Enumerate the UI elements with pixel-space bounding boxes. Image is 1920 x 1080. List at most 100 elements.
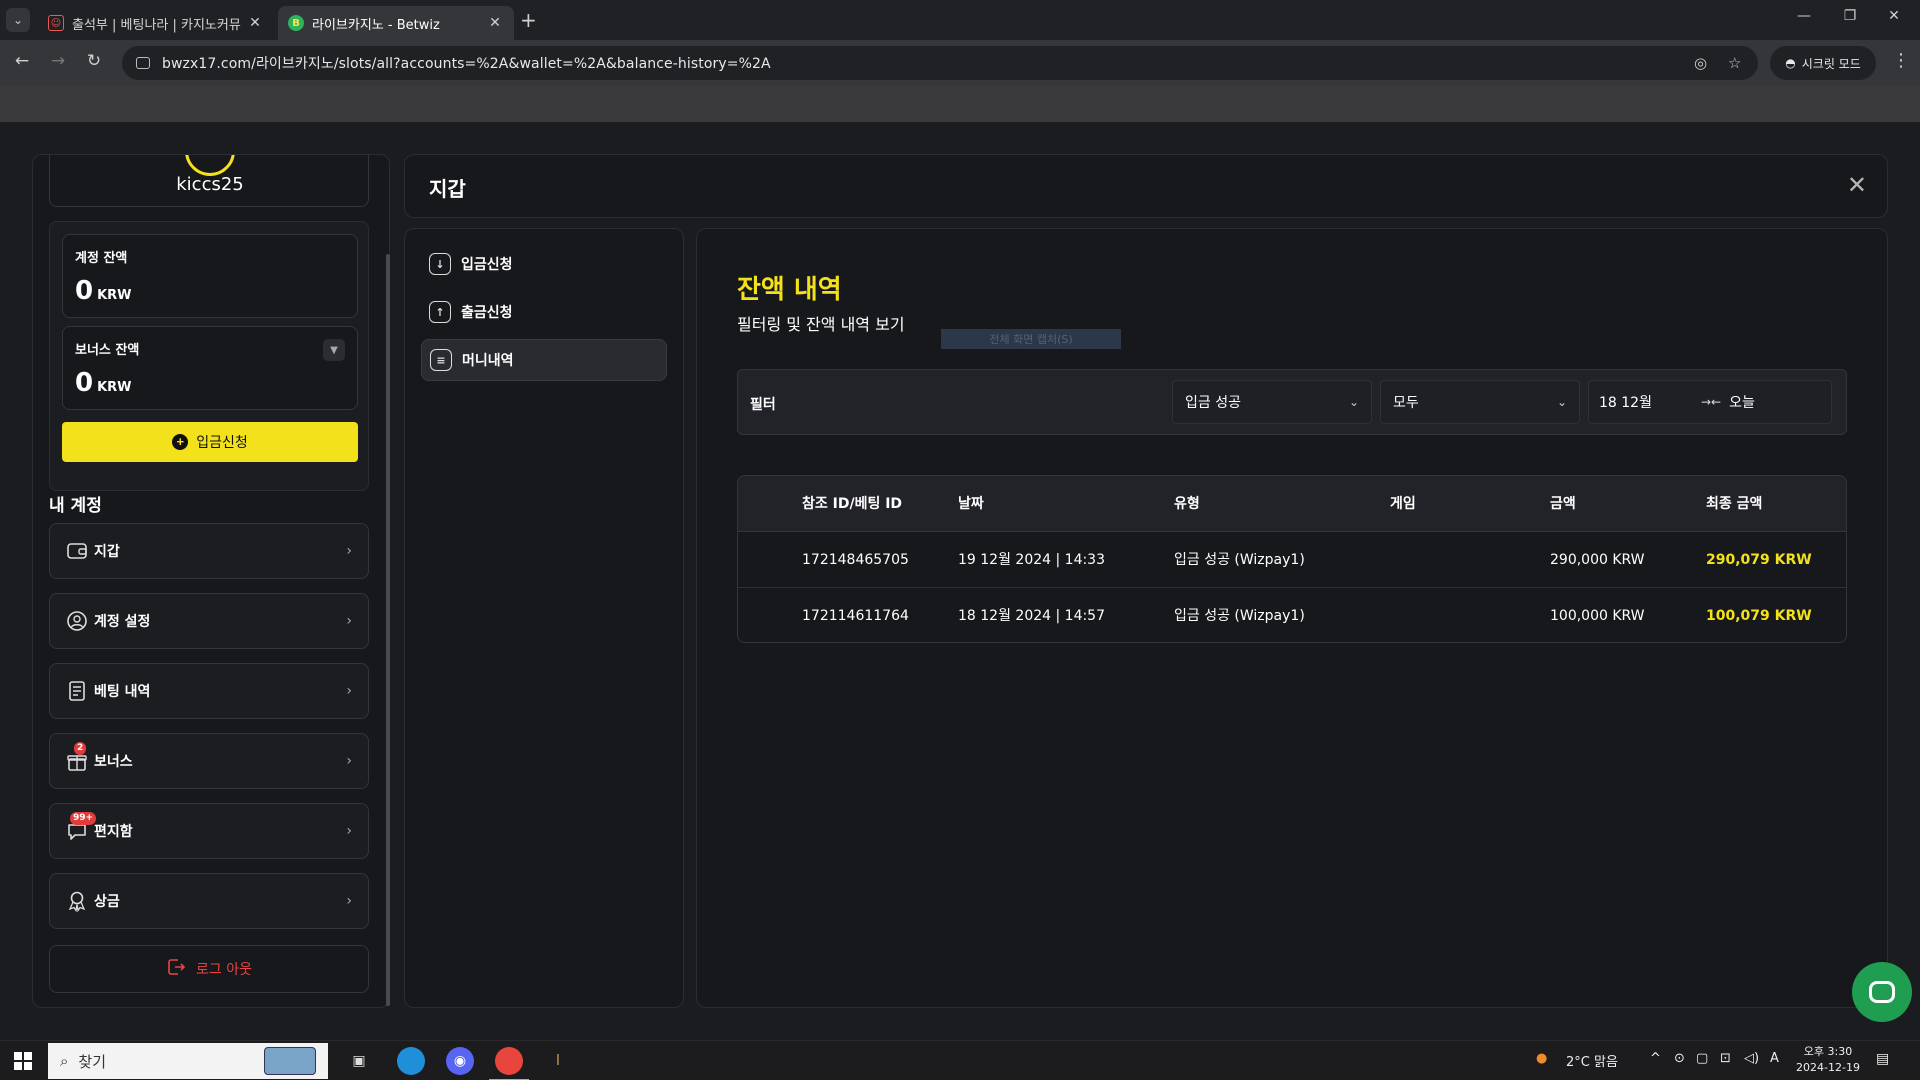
sidebar-scrollbar[interactable] [386,254,390,1006]
submenu-money-history[interactable]: ≡ 머니내역 [421,339,667,381]
bonus-balance-value: 0 [75,368,94,398]
tab-title: 라이브카지노 - Betwiz [312,17,440,33]
taskbar-clock[interactable]: 오후 3:30 2024-12-19 [1792,1044,1864,1076]
betting-history-icon [66,680,88,702]
reload-icon[interactable]: ↻ [82,51,106,71]
type-select[interactable]: 입금 성공 ⌄ [1172,380,1372,424]
edge-icon[interactable] [397,1047,425,1075]
section-subtitle: 필터링 및 잔액 내역 보기 [737,315,905,334]
bonus-balance-currency: KRW [97,380,132,395]
date-range-picker[interactable]: 18 12월 →← 오늘 [1588,380,1832,424]
network-icon[interactable]: ⊡ [1720,1051,1731,1066]
tab-close-icon[interactable]: ✕ [486,15,504,31]
page-title: 지갑 [429,177,466,201]
tab-favicon-icon: ☺ [48,15,64,31]
taskbar-search-placeholder: 찾기 [78,1052,107,1071]
site-info-icon[interactable] [136,57,150,69]
tray-app-icon[interactable]: ⊙ [1674,1051,1685,1066]
browser-toolbar: ← → ↻ bwzx17.com/라이브카지노/slots/all?accoun… [0,40,1920,86]
tab-close-icon[interactable]: ✕ [246,15,264,31]
date-cell: 18 12월 2024 | 14:57 [958,608,1106,624]
upload-icon: ↑ [429,301,451,323]
volume-icon[interactable]: ◁) [1744,1051,1759,1066]
bonus-balance-label: 보너스 잔액 [75,343,140,358]
document-icon: ≡ [430,349,452,371]
eye-off-icon[interactable]: ◎ [1694,54,1707,72]
live-chat-button[interactable] [1852,962,1912,1022]
date-cell: 19 12월 2024 | 14:33 [958,552,1106,568]
forward-icon[interactable]: → [46,51,70,71]
chevron-down-icon: ⌄ [1348,395,1359,409]
section-heading: 잔액 내역 [737,275,842,305]
tab-title: 출석부 | 베팅나라 | 카지노커뮤 [72,17,241,33]
chevron-right-icon: › [346,893,352,909]
inbox-icon: 99+ [66,812,97,842]
deposit-button[interactable]: + 입금신청 [62,422,358,462]
browser-tab-1[interactable]: ☺ 출석부 | 베팅나라 | 카지노커뮤 ✕ [38,6,274,40]
search-icon: ⌕ [60,1052,69,1070]
submenu-deposit[interactable]: ↓ 입금신청 [421,243,667,285]
address-bar[interactable]: bwzx17.com/라이브카지노/slots/all?accounts=%2A… [122,46,1758,80]
type-cell: 입금 성공 (Wizpay1) [1174,552,1305,568]
minimize-icon[interactable]: — [1792,8,1816,24]
column-header: 날짜 [958,496,984,512]
incognito-indicator[interactable]: ◓ 시크릿 모드 [1770,46,1876,80]
tray-chevron-icon[interactable]: ^ [1650,1051,1661,1066]
capture-tooltip: 전체 화면 캡처(S) [941,329,1121,349]
back-icon[interactable]: ← [10,51,34,71]
bonus-badge: 2 [74,742,87,755]
chevron-right-icon: › [346,823,352,839]
balance-panel: 계정 잔액 0 KRW 보너스 잔액 ▼ 0 KRW + 입금신청 [49,221,369,491]
filter-bar: 필터 입금 성공 ⌄ 모두 ⌄ 18 12월 →← 오늘 [737,369,1847,435]
weather-icon: ● [1536,1051,1548,1066]
deposit-button-label: 입금신청 [196,434,248,450]
sidebar-item-label: 상금 [94,894,120,910]
award-icon [66,890,88,912]
close-icon[interactable]: ✕ [1847,171,1867,199]
table-row: 172148465705 19 12월 2024 | 14:33 입금 성공 (… [738,532,1846,588]
sidebar-item-account-settings[interactable]: 계정 설정 › [49,593,369,649]
sidebar-item-betting-history[interactable]: 베팅 내역 › [49,663,369,719]
sidebar-item-prize[interactable]: 상금 › [49,873,369,929]
weather-text[interactable]: 2°C 맑음 [1566,1051,1618,1070]
sidebar-item-bonus[interactable]: 2 보너스 › [49,733,369,789]
type-cell: 입금 성공 (Wizpay1) [1174,608,1305,624]
gift-icon: 2 [66,742,88,772]
notification-icon[interactable]: ▤ [1876,1051,1889,1067]
window-close-icon[interactable]: ✕ [1882,8,1906,24]
logout-button[interactable]: 로그 아웃 [49,945,369,993]
tab-search-button[interactable]: ⌄ [6,8,30,32]
chevron-right-icon: › [346,753,352,769]
sidebar-item-wallet[interactable]: 지갑 › [49,523,369,579]
restore-icon[interactable]: ❐ [1838,8,1862,24]
browser-menu-icon[interactable]: ⋮ [1892,50,1910,71]
range-arrows-icon: →← [1701,395,1722,409]
task-view-icon[interactable]: ▣ [345,1047,373,1075]
status-select[interactable]: 모두 ⌄ [1380,380,1580,424]
wallet-submenu: ↓ 입금신청 ↑ 출금신청 ≡ 머니내역 [404,228,684,1008]
status-select-value: 모두 [1393,395,1419,411]
browser-tabbar: ⌄ ☺ 출석부 | 베팅나라 | 카지노커뮤 ✕ B 라이브카지노 - Betw… [0,0,1920,40]
league-client-icon[interactable]: ⅼ [544,1047,572,1075]
username: kiccs25 [176,174,244,195]
ime-indicator[interactable]: A [1770,1051,1779,1066]
tab-favicon-icon: B [288,15,304,31]
column-header: 참조 ID/베팅 ID [802,496,903,512]
incognito-label: 시크릿 모드 [1801,56,1861,71]
new-tab-button[interactable]: + [520,8,537,32]
avatar [185,155,235,176]
submenu-withdraw[interactable]: ↑ 출금신청 [421,291,667,333]
account-balance-currency: KRW [97,288,132,303]
page-top-strip [0,86,1920,122]
chrome-icon[interactable] [489,1047,529,1080]
chevron-down-icon[interactable]: ▼ [323,339,345,361]
sidebar-item-inbox[interactable]: 99+ 편지함 › [49,803,369,859]
logout-label: 로그 아웃 [196,962,252,978]
discord-icon[interactable]: ◉ [446,1047,474,1075]
browser-tab-2[interactable]: B 라이브카지노 - Betwiz ✕ [278,6,514,40]
taskbar-search[interactable]: ⌕ 찾기 [48,1043,328,1079]
bookmark-star-icon[interactable]: ☆ [1728,54,1741,72]
tray-display-icon[interactable]: ▢ [1696,1051,1708,1066]
amount-cell: 100,000 KRW [1550,608,1645,624]
windows-start-icon[interactable] [14,1052,32,1070]
